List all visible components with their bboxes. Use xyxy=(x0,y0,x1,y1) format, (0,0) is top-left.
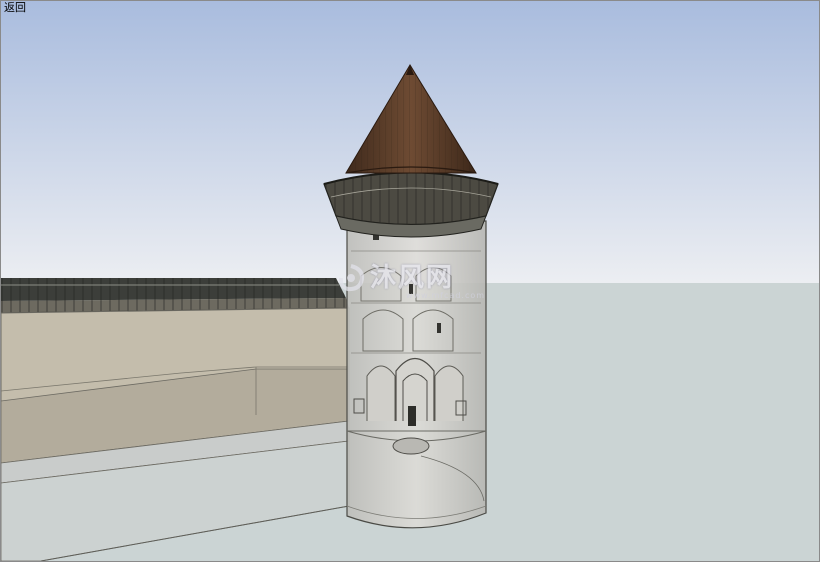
tower-gallery xyxy=(323,171,499,238)
back-link[interactable]: 返回 xyxy=(4,2,26,14)
wall-gallery-roof xyxy=(1,278,350,314)
watermark-logo-icon xyxy=(338,264,365,292)
watermark: 沐风网 www.mfcad.com xyxy=(336,263,484,300)
model-viewer[interactable]: 返回 沐风网 www.mfcad.com xyxy=(0,0,820,562)
watermark-url: www.mfcad.com xyxy=(406,291,486,300)
watermark-text: 沐风网 xyxy=(370,263,455,293)
